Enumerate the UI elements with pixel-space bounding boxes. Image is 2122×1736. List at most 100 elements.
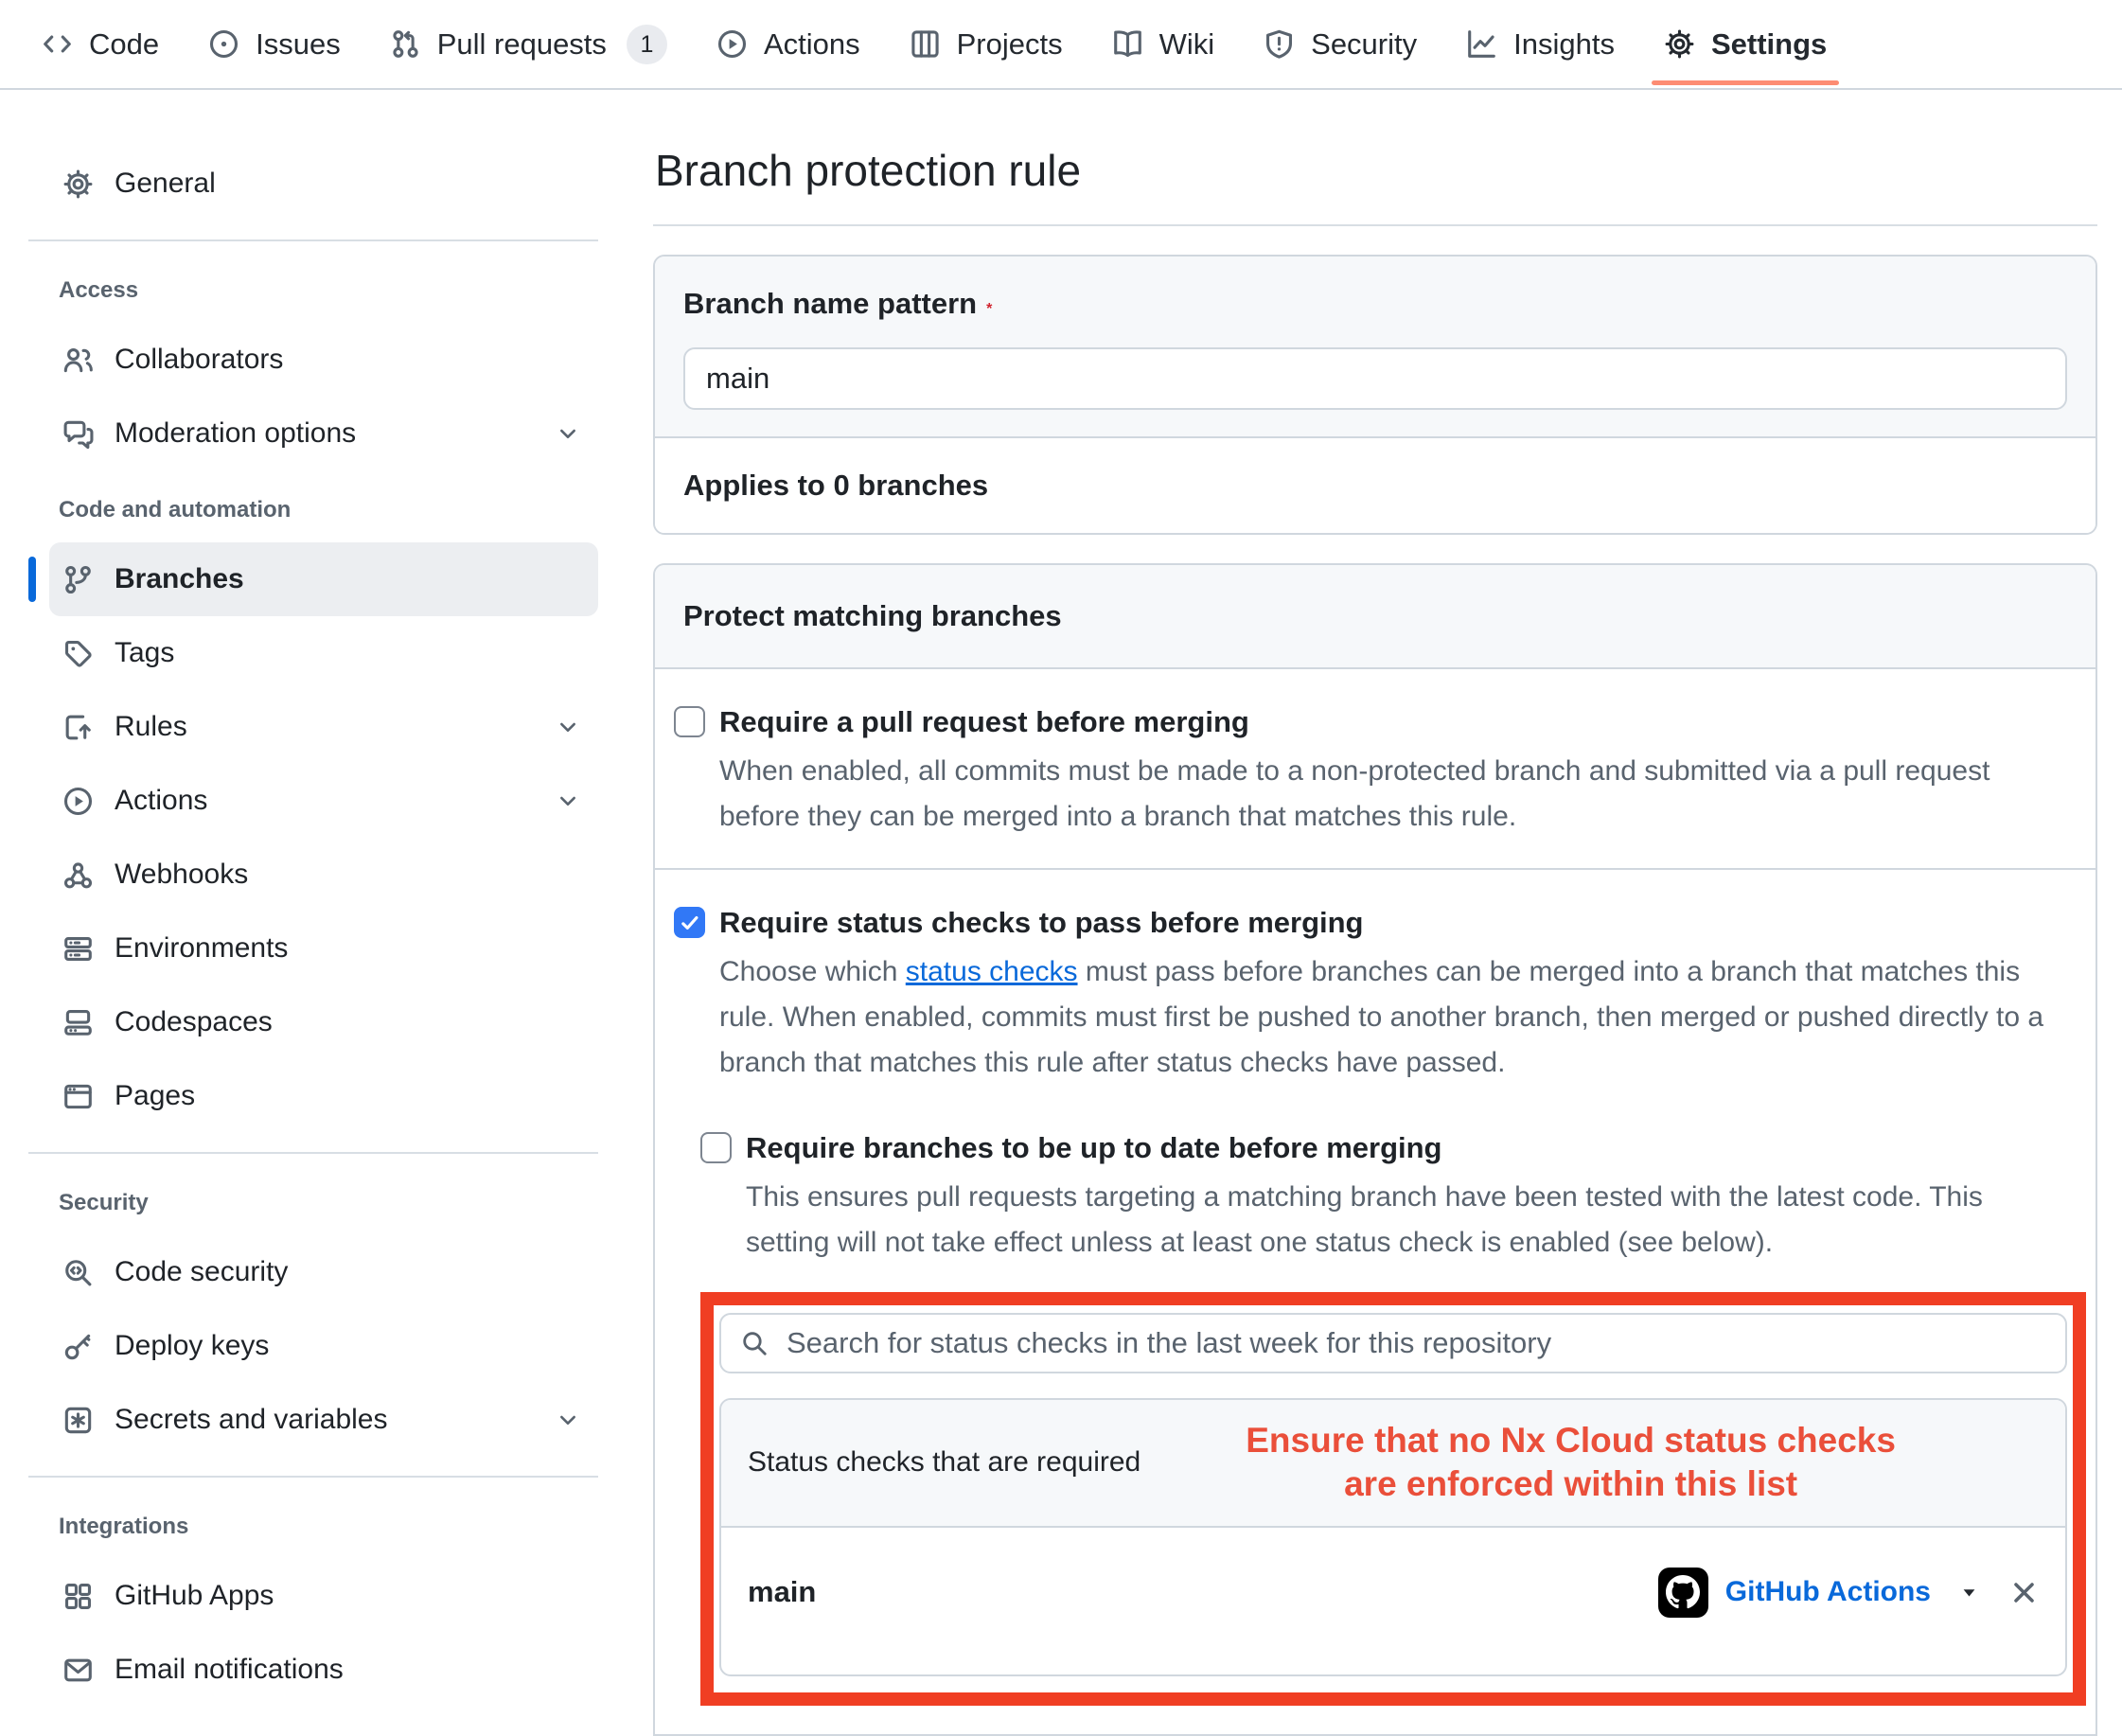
- sidebar-item-label: Branches: [115, 563, 244, 595]
- play-icon: [62, 786, 94, 817]
- sidebar-item-environments[interactable]: Environments: [49, 912, 598, 985]
- sidebar-item-moderation-options[interactable]: Moderation options: [49, 397, 598, 470]
- sidebar-section-access: Access: [28, 251, 623, 323]
- sidebar-item-label: Deploy keys: [115, 1330, 269, 1362]
- description-text: Choose which: [719, 956, 906, 987]
- divider: [28, 1152, 598, 1154]
- tab-label: Projects: [957, 27, 1063, 62]
- search-icon: [740, 1329, 769, 1357]
- book-icon: [1112, 28, 1143, 60]
- sidebar-item-general[interactable]: General: [49, 147, 598, 221]
- required-status-checks-box: Status checks that are required Ensure t…: [719, 1398, 2067, 1676]
- sidebar-item-label: Tags: [115, 637, 174, 669]
- sidebar-item-label: Actions: [115, 785, 207, 817]
- shield-icon: [1264, 28, 1295, 60]
- tab-projects[interactable]: Projects: [895, 0, 1077, 88]
- tab-label: Settings: [1711, 27, 1827, 62]
- applies-to-branches-text: Applies to 0 branches: [655, 438, 2095, 533]
- sidebar-item-deploy-keys[interactable]: Deploy keys: [49, 1309, 598, 1383]
- protect-matching-branches-card: Protect matching branches Require a pull…: [653, 563, 2097, 1736]
- rules-icon: [62, 712, 94, 743]
- sidebar-item-label: Secrets and variables: [115, 1404, 388, 1436]
- main-content: Branch protection rule Branch name patte…: [623, 90, 2122, 1736]
- sidebar-item-github-apps[interactable]: GitHub Apps: [49, 1559, 598, 1633]
- required-asterisk: *: [986, 301, 992, 317]
- settings-sidebar: General Access Collaborators Moderation …: [0, 90, 623, 1707]
- tab-wiki[interactable]: Wiki: [1098, 0, 1229, 88]
- project-icon: [910, 28, 941, 60]
- codespaces-icon: [62, 1007, 94, 1038]
- sidebar-item-label: Pages: [115, 1080, 195, 1112]
- sidebar-item-label: Email notifications: [115, 1654, 344, 1686]
- chevron-down-icon: [555, 1407, 581, 1433]
- branch-name-pattern-header: Branch name pattern *: [655, 257, 2095, 438]
- option-require-pull-request: Require a pull request before merging Wh…: [655, 669, 2095, 870]
- sidebar-item-pages[interactable]: Pages: [49, 1059, 598, 1133]
- sidebar-item-codespaces[interactable]: Codespaces: [49, 985, 598, 1059]
- sidebar-item-tags[interactable]: Tags: [49, 616, 598, 690]
- page-title: Branch protection rule: [655, 145, 2097, 196]
- require-up-to-date-checkbox[interactable]: [700, 1132, 732, 1163]
- divider: [28, 239, 598, 241]
- webhook-icon: [62, 859, 94, 891]
- option-description: Choose which status checks must pass bef…: [719, 949, 2073, 1086]
- tab-insights[interactable]: Insights: [1452, 0, 1629, 88]
- graph-icon: [1466, 28, 1497, 60]
- status-check-name: main: [748, 1575, 816, 1609]
- github-actions-link[interactable]: GitHub Actions: [1725, 1576, 1931, 1608]
- require-status-checks-checkbox[interactable]: [674, 907, 705, 938]
- caret-down-icon[interactable]: [1959, 1583, 1979, 1603]
- option-require-up-to-date: Require branches to be up to date before…: [700, 1129, 2086, 1266]
- sidebar-item-branches[interactable]: Branches: [49, 542, 598, 616]
- option-description: This ensures pull requests targeting a m…: [746, 1175, 2061, 1266]
- annotation-text: Ensure that no Nx Cloud status checks ar…: [1141, 1419, 2039, 1507]
- protect-matching-branches-header: Protect matching branches: [655, 565, 2095, 669]
- sidebar-item-actions[interactable]: Actions: [49, 764, 598, 838]
- branch-name-pattern-card: Branch name pattern * Applies to 0 branch…: [653, 255, 2097, 535]
- sidebar-item-rules[interactable]: Rules: [49, 690, 598, 764]
- tab-issues[interactable]: Issues: [194, 0, 355, 88]
- sidebar-item-label: Moderation options: [115, 417, 356, 450]
- tab-settings[interactable]: Settings: [1650, 0, 1841, 88]
- sidebar-item-label: Collaborators: [115, 344, 283, 376]
- secrets-icon: [62, 1405, 94, 1436]
- pull-requests-count-badge: 1: [627, 25, 667, 64]
- sidebar-section-integrations: Integrations: [28, 1487, 623, 1559]
- remove-status-check-button[interactable]: [2009, 1578, 2039, 1607]
- branch-name-pattern-label: Branch name pattern: [683, 287, 977, 320]
- tab-code[interactable]: Code: [27, 0, 173, 88]
- sidebar-item-collaborators[interactable]: Collaborators: [49, 323, 598, 397]
- tab-label: Issues: [256, 27, 341, 62]
- status-check-row: main GitHub Actions: [721, 1528, 2065, 1674]
- tab-actions[interactable]: Actions: [702, 0, 875, 88]
- people-icon: [62, 345, 94, 376]
- chevron-down-icon: [555, 788, 581, 814]
- tag-icon: [62, 638, 94, 669]
- tab-pull-requests[interactable]: Pull requests 1: [376, 0, 681, 88]
- tab-label: Actions: [764, 27, 860, 62]
- status-checks-table-header: Status checks that are required: [748, 1446, 1141, 1479]
- divider: [28, 1476, 598, 1478]
- option-title: Require status checks to pass before mer…: [719, 904, 1364, 942]
- sidebar-item-code-security[interactable]: Code security: [49, 1235, 598, 1309]
- option-require-status-checks: Require status checks to pass before mer…: [655, 870, 2095, 1736]
- branch-name-pattern-input[interactable]: [683, 347, 2067, 410]
- chevron-down-icon: [555, 420, 581, 447]
- annotation-line-1: Ensure that no Nx Cloud status checks: [1141, 1419, 2001, 1462]
- gear-icon: [62, 168, 94, 200]
- status-checks-link[interactable]: status checks: [906, 956, 1078, 987]
- sidebar-item-webhooks[interactable]: Webhooks: [49, 838, 598, 912]
- mail-icon: [62, 1655, 94, 1686]
- annotation-line-2: are enforced within this list: [1141, 1462, 2001, 1506]
- require-pull-request-checkbox[interactable]: [674, 706, 705, 737]
- annotation-highlight-box: Status checks that are required Ensure t…: [700, 1292, 2086, 1706]
- sidebar-item-secrets-variables[interactable]: Secrets and variables: [49, 1383, 598, 1457]
- sidebar-item-email-notifications[interactable]: Email notifications: [49, 1633, 598, 1707]
- sidebar-item-label: General: [115, 168, 216, 200]
- github-actions-avatar: [1658, 1568, 1708, 1618]
- tab-label: Code: [89, 27, 159, 62]
- tab-security[interactable]: Security: [1249, 0, 1431, 88]
- code-scan-icon: [62, 1257, 94, 1288]
- apps-icon: [62, 1581, 94, 1612]
- status-checks-search-input[interactable]: [785, 1325, 2046, 1361]
